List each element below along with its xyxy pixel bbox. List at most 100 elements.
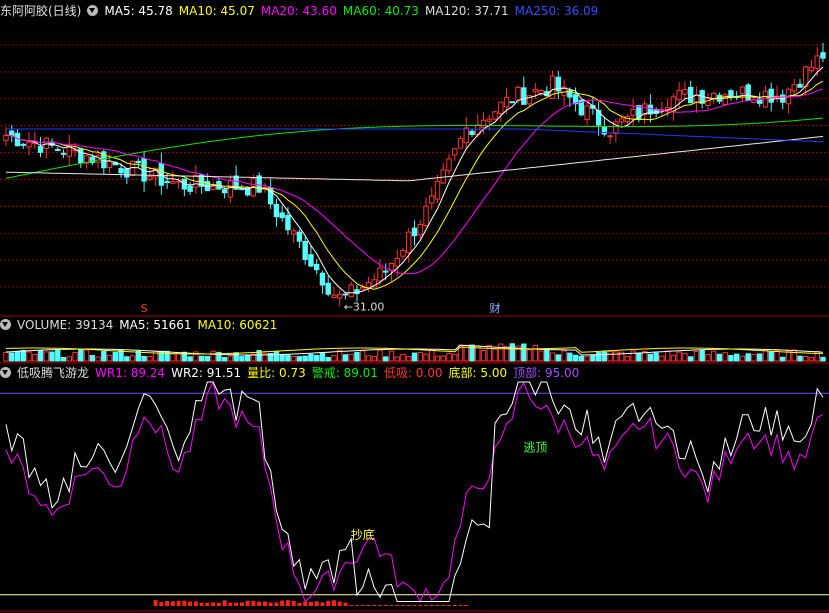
- volume-bar: [331, 355, 337, 362]
- low-signal-bar: [182, 600, 187, 606]
- top-value: 顶部: 95.00: [513, 366, 580, 380]
- candle-body: [440, 169, 446, 184]
- candle-body: [308, 254, 314, 267]
- candle-body: [290, 230, 297, 235]
- volume-bar: [129, 355, 136, 362]
- low-signal-bar: [464, 605, 469, 606]
- candle-body: [331, 294, 337, 298]
- candle-body: [377, 267, 383, 282]
- low-signal-bar: [280, 600, 285, 606]
- volume-bar: [365, 355, 372, 362]
- candle-body: [313, 263, 320, 271]
- volume-bar: [544, 348, 550, 362]
- volume-bar: [739, 355, 746, 362]
- low-signal-bar: [377, 605, 382, 606]
- candle-body: [9, 130, 15, 136]
- volume-bar: [452, 353, 458, 362]
- candle-body: [342, 293, 349, 296]
- volume-bar: [411, 352, 418, 362]
- volume-bar: [360, 350, 366, 362]
- low-signal-bar: [245, 600, 250, 606]
- candle-body: [423, 205, 429, 227]
- volume-header: VOLUME: 39134 MA5: 51661 MA10: 60621: [0, 317, 283, 333]
- low-signal-bar: [262, 601, 267, 606]
- volume-bar: [498, 343, 504, 362]
- volume-bar: [394, 356, 400, 362]
- volume-bar: [325, 356, 331, 362]
- low-signal-bar: [222, 600, 227, 606]
- volume-bar: [636, 353, 642, 362]
- volume-bar: [319, 352, 326, 362]
- volume-bar: [492, 348, 498, 362]
- volume-bar: [584, 355, 590, 362]
- volume-bar: [3, 351, 9, 362]
- candle-body: [618, 118, 625, 123]
- low-signal-bar: [205, 602, 210, 606]
- volume-bar: [198, 355, 205, 362]
- volume-bar: [106, 354, 113, 362]
- volume-bar: [423, 353, 429, 362]
- volume-bar: [780, 356, 786, 362]
- candle-body: [797, 83, 803, 88]
- candle-body: [670, 96, 677, 113]
- ma10-value: MA10: 45.07: [178, 4, 255, 18]
- candle-body: [457, 138, 464, 149]
- volume-bar: [808, 356, 815, 362]
- candle-body: [227, 180, 234, 198]
- candle-body: [60, 152, 67, 155]
- candle-body: [676, 89, 682, 101]
- candle-body: [739, 86, 746, 95]
- candle-body: [687, 86, 694, 104]
- candle-body: [452, 148, 458, 156]
- volume-bar: [676, 351, 682, 362]
- candle-body: [348, 284, 354, 298]
- candle-body: [296, 231, 303, 242]
- volume-bar: [239, 356, 245, 362]
- volume-bar: [595, 352, 602, 362]
- candle-body: [20, 143, 26, 146]
- low-signal-bar: [400, 605, 405, 606]
- volume-bar: [43, 351, 49, 362]
- volume-bar: [60, 356, 67, 362]
- volume-bar: [9, 352, 15, 362]
- volume-bar: [32, 353, 38, 362]
- stock-chart-canvas[interactable]: ←31.00 S 财抄底 逃顶: [0, 0, 829, 613]
- candle-body: [337, 293, 343, 299]
- candle-body: [808, 66, 815, 72]
- chevron-down-icon[interactable]: [87, 5, 99, 16]
- low-signal-bar: [268, 602, 273, 606]
- low-signal-bar: [343, 602, 348, 606]
- low-signal-bar: [354, 605, 359, 606]
- low-signal-bar: [458, 605, 463, 606]
- low-signal-bar: [193, 601, 198, 606]
- low-signal-bar: [176, 600, 181, 606]
- volume-bar: [37, 350, 44, 362]
- volume-bar: [728, 355, 734, 362]
- candle-body: [360, 286, 366, 290]
- candle-body: [820, 52, 826, 59]
- wr2-line: [5, 381, 824, 602]
- volume-bar: [354, 351, 360, 362]
- candle-body: [532, 88, 539, 93]
- volume-bar: [664, 350, 671, 362]
- volume-bar: [49, 351, 55, 362]
- ma20-line: [6, 88, 824, 275]
- volume-bar: [204, 355, 211, 362]
- candle-body: [279, 212, 285, 219]
- bottom-value: 底部: 5.00: [448, 366, 508, 380]
- ma20-value: MA20: 43.60: [260, 4, 337, 18]
- volume-bar: [567, 352, 573, 362]
- candle-body: [607, 135, 613, 138]
- candle-body: [365, 281, 372, 288]
- volume-bar: [89, 354, 96, 362]
- chevron-down-icon[interactable]: [0, 319, 11, 330]
- candle-body: [302, 240, 308, 261]
- low-signal-bar: [389, 605, 394, 606]
- volume-bar: [279, 354, 285, 362]
- volume-value: VOLUME: 39134: [17, 318, 114, 332]
- chevron-down-icon[interactable]: [0, 367, 11, 378]
- volume-bar: [78, 349, 84, 362]
- volume-bar: [768, 351, 774, 362]
- candle-body: [285, 214, 291, 231]
- volume-bar: [682, 352, 688, 362]
